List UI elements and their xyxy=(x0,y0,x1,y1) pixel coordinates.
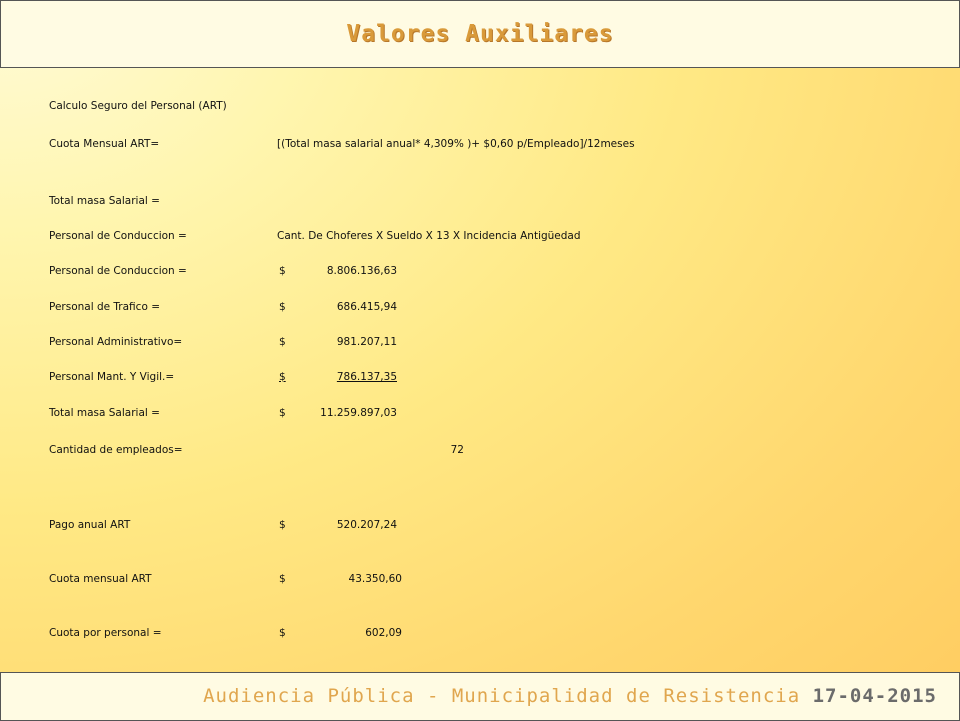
footer-bar: Audiencia Pública - Municipalidad de Res… xyxy=(0,672,960,721)
employees-label: Cantidad de empleados= xyxy=(49,444,183,456)
result-amount: 602,09 xyxy=(365,627,402,639)
salary-amount: 981.207,11 xyxy=(336,336,397,348)
total-masa-heading: Total masa Salarial = xyxy=(49,195,160,207)
footer-organization: Audiencia Pública - Municipalidad de Res… xyxy=(203,685,801,707)
title-bar: Valores Auxiliares xyxy=(0,0,960,68)
salary-amount: 686.415,94 xyxy=(336,301,397,313)
footer-date: 17-04-2015 xyxy=(812,685,937,707)
employees-value: 72 xyxy=(450,444,464,456)
result-amount: 520.207,24 xyxy=(336,519,397,531)
footer: Audiencia Pública - Municipalidad de Res… xyxy=(1,685,937,707)
result-label: Cuota por personal = xyxy=(49,627,162,639)
result-amount: 43.350,60 xyxy=(348,573,402,585)
salary-label: Personal de Trafico = xyxy=(49,301,161,313)
conduccion-formula-label: Personal de Conduccion = xyxy=(49,230,187,242)
slide-background: Valores Auxiliares Calculo Seguro del Pe… xyxy=(0,0,960,721)
total-masa-amount: 11.259.897,03 xyxy=(320,407,397,419)
formula-label: Cuota Mensual ART= xyxy=(49,138,160,150)
salary-label: Personal de Conduccion = xyxy=(49,265,187,277)
conduccion-formula-expression: Cant. De Choferes X Sueldo X 13 X Incide… xyxy=(277,230,581,242)
salary-label: Personal Mant. Y Vigil.= xyxy=(49,371,175,383)
result-label: Cuota mensual ART xyxy=(49,573,152,585)
page-title: Valores Auxiliares xyxy=(346,21,614,47)
salary-amount: 8.806.136,63 xyxy=(326,265,397,277)
formula-expression: [(Total masa salarial anual* 4,309% )+ $… xyxy=(277,138,635,150)
salary-amount: 786.137,35 xyxy=(336,371,397,383)
salary-label: Personal Administrativo= xyxy=(49,336,183,348)
section-title: Calculo Seguro del Personal (ART) xyxy=(49,100,227,112)
total-masa-label: Total masa Salarial = xyxy=(49,407,160,419)
result-label: Pago anual ART xyxy=(49,519,131,531)
